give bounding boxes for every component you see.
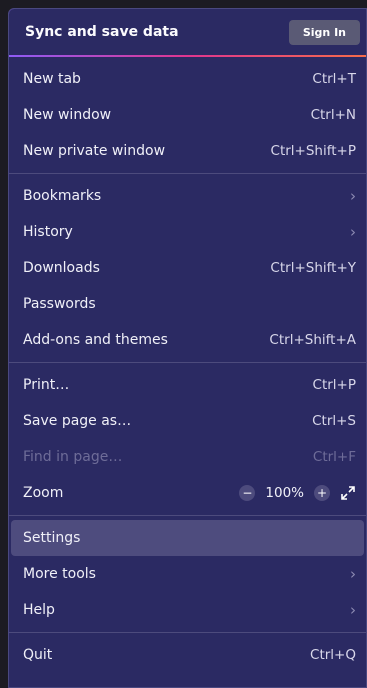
menu-item-addons-themes[interactable]: Add-ons and themes Ctrl+Shift+A [11,322,364,358]
menu-section-quit: Quit Ctrl+Q [9,633,366,677]
menu-item-zoom: Zoom − 100% + [11,475,364,511]
menu-item-shortcut: Ctrl+S [312,413,356,429]
menu-item-label: Save page as… [23,413,132,429]
menu-section-page: Print… Ctrl+P Save page as… Ctrl+S Find … [9,363,366,516]
menu-item-label: Print… [23,377,70,393]
menu-section-library: Bookmarks › History › Downloads Ctrl+Shi… [9,174,366,363]
menu-item-label: Help [23,602,55,618]
menu-item-label: Settings [23,530,81,546]
menu-item-help[interactable]: Help › [11,592,364,628]
menu-item-save-page[interactable]: Save page as… Ctrl+S [11,403,364,439]
menu-item-new-private-window[interactable]: New private window Ctrl+Shift+P [11,133,364,169]
menu-item-quit[interactable]: Quit Ctrl+Q [11,637,364,673]
menu-item-shortcut: Ctrl+Shift+A [269,332,356,348]
zoom-label: Zoom [23,485,64,501]
menu-item-shortcut: Ctrl+F [312,449,356,465]
sync-title: Sync and save data [25,24,179,40]
sign-in-button[interactable]: Sign In [288,19,360,45]
chevron-right-icon: › [350,223,356,241]
menu-item-shortcut: Ctrl+Shift+P [270,143,356,159]
zoom-controls: − 100% + [239,485,356,501]
menu-item-new-window[interactable]: New window Ctrl+N [11,97,364,133]
menu-item-label: New private window [23,143,166,159]
menu-item-label: Find in page… [23,449,123,465]
menu-item-shortcut: Ctrl+P [312,377,356,393]
chevron-right-icon: › [350,187,356,205]
menu-item-shortcut: Ctrl+Q [310,647,356,663]
menu-item-more-tools[interactable]: More tools › [11,556,364,592]
menu-item-passwords[interactable]: Passwords [11,286,364,322]
chevron-right-icon: › [350,565,356,583]
menu-section-windows: New tab Ctrl+T New window Ctrl+N New pri… [9,57,366,174]
menu-item-label: Downloads [23,260,100,276]
zoom-in-button[interactable]: + [314,485,330,501]
zoom-out-button[interactable]: − [239,485,256,501]
menu-item-shortcut: Ctrl+Shift+Y [270,260,356,276]
menu-item-new-tab[interactable]: New tab Ctrl+T [11,61,364,97]
sync-header: Sync and save data Sign In [9,9,366,57]
zoom-level[interactable]: 100% [265,485,304,501]
menu-item-downloads[interactable]: Downloads Ctrl+Shift+Y [11,250,364,286]
menu-item-label: Quit [23,647,53,663]
menu-item-shortcut: Ctrl+N [310,107,356,123]
menu-item-label: Add-ons and themes [23,332,168,348]
menu-item-history[interactable]: History › [11,214,364,250]
menu-item-label: New window [23,107,112,123]
expand-arrows-icon[interactable] [340,485,356,501]
menu-item-label: New tab [23,71,81,87]
menu-item-label: Bookmarks [23,188,102,204]
chevron-right-icon: › [350,601,356,619]
menu-item-find-in-page: Find in page… Ctrl+F [11,439,364,475]
menu-item-bookmarks[interactable]: Bookmarks › [11,178,364,214]
menu-item-shortcut: Ctrl+T [312,71,356,87]
app-menu-panel: Sync and save data Sign In New tab Ctrl+… [8,8,367,688]
menu-item-settings[interactable]: Settings [11,520,364,556]
menu-item-label: History [23,224,73,240]
menu-item-print[interactable]: Print… Ctrl+P [11,367,364,403]
menu-item-label: More tools [23,566,96,582]
menu-section-tools: Settings More tools › Help › [9,516,366,633]
menu-item-label: Passwords [23,296,96,312]
